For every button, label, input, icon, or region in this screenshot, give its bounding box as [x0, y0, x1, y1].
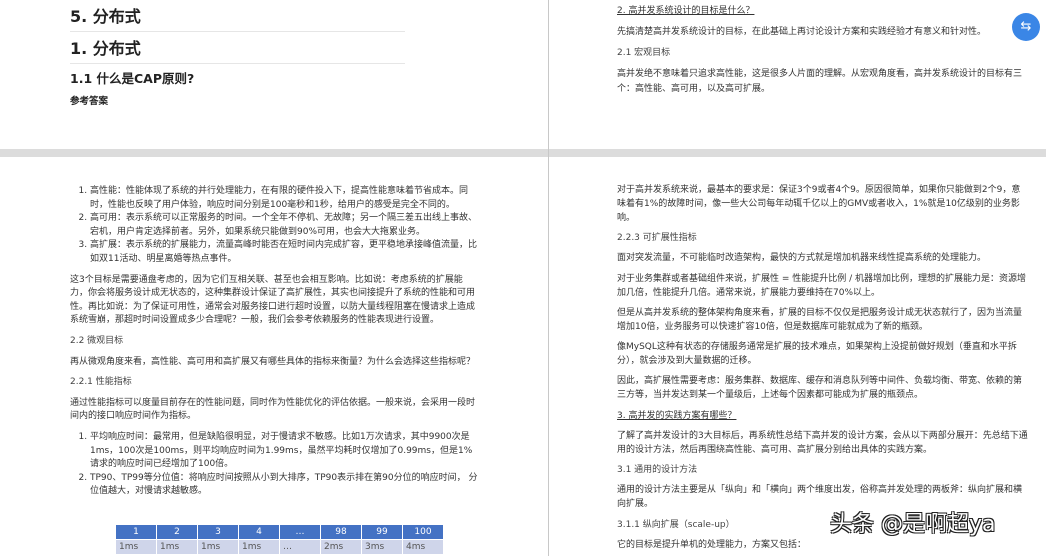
- heading-cap: 1.1 什么是CAP原则?: [70, 71, 195, 86]
- paragraph: 因此，高扩展性需要考虑：服务集群、数据库、缓存和消息队列等中间件、负载均衡、带宽…: [617, 376, 1023, 401]
- paragraph: 这3个目标是需要通盘考虑的，因为它们互相关联、甚至也会相互影响。比如说：考虑系统…: [70, 274, 476, 326]
- paragraph: 再从微观角度来看，高性能、高可用和高扩展又有哪些具体的指标来衡量？为什么会选择这…: [70, 356, 476, 367]
- heading-practice: 3. 高并发的实践方案有哪些？: [617, 410, 737, 421]
- heading-goals: 2. 高并发系统设计的目标是什么？: [617, 6, 755, 16]
- list-item: 高可用：表示系统可以正常服务的时间。一个全年不停机、无故障；另一个隔三差五出线上…: [90, 212, 480, 239]
- heading-distributed-5: 5. 分布式: [70, 3, 405, 32]
- page-4: 对于高并发系统来说，最基本的要求是：保证3个9或者4个9。原因很简单，如果你只能…: [549, 157, 1046, 556]
- table-row: 1ms 1ms 1ms 1ms … 2ms 3ms 4ms: [115, 539, 444, 555]
- table-header: 2: [156, 524, 198, 540]
- paragraph: 像MySQL这种有状态的存储服务通常是扩展的技术难点，如果架构上没提前做好规划（…: [617, 342, 1017, 366]
- page-2: 2. 高并发系统设计的目标是什么？ 先搞清楚高并发系统设计的目标，在此基础上再讨…: [549, 0, 1046, 149]
- paragraph: 了解了高并发设计的3大目标后，再系统性总结下高并发的设计方案，会从以下两部分展开…: [617, 430, 1028, 455]
- paragraph: 通过性能指标可以度量目前存在的性能问题，同时作为性能优化的评估依据。一般来说，会…: [70, 397, 476, 422]
- translate-icon[interactable]: ⇆: [1012, 13, 1040, 41]
- table-cell: 1ms: [238, 539, 280, 555]
- list-item: 高扩展：表示系统的扩展能力，流量高峰时能否在短时间内完成扩容，更平稳地承接峰值流…: [90, 239, 480, 266]
- table-header: 3: [197, 524, 239, 540]
- paragraph: 对于高并发系统来说，最基本的要求是：保证3个9或者4个9。原因很简单，如果你只能…: [617, 185, 1021, 223]
- table-header: 100: [402, 524, 444, 540]
- subheading-performance: 2.2.1 性能指标: [70, 377, 132, 388]
- goals-list: 高性能：性能体现了系统的并行处理能力，在有限的硬件投入下，提高性能意味着节省成本…: [70, 185, 480, 267]
- paragraph: 面对突发流量，不可能临时改造架构，最快的方式就是增加机器来线性提高系统的处理能力…: [617, 253, 987, 264]
- table-cell: 2ms: [320, 539, 362, 555]
- list-item: TP90、TP99等分位值：将响应时间按照从小到大排序，TP90表示排在第90分…: [90, 472, 480, 499]
- table-cell: 1ms: [197, 539, 239, 555]
- list-item: 高性能：性能体现了系统的并行处理能力，在有限的硬件投入下，提高性能意味着节省成本…: [90, 185, 480, 212]
- response-time-table: 1 2 3 4 … 98 99 100 1ms 1ms 1ms 1ms … 2m…: [115, 524, 444, 555]
- table-cell: 1ms: [156, 539, 198, 555]
- table-header: 4: [238, 524, 280, 540]
- heading-distributed-1: 1. 分布式: [70, 35, 405, 64]
- subheading-general-methods: 3.1 通用的设计方法: [617, 465, 698, 476]
- metrics-list: 平均响应时间：最常用，但是缺陷很明显，对于慢请求不敏感。比如1万次请求，其中99…: [70, 431, 480, 499]
- table-header: 98: [320, 524, 362, 540]
- watermark: 头条 @是啊超ya: [830, 512, 996, 537]
- table-header: 99: [361, 524, 403, 540]
- paragraph: 高并发绝不意味着只追求高性能，这是很多人片面的理解。从宏观角度看，高并发系统设计…: [617, 69, 1023, 94]
- subheading-micro: 2.2 微观目标: [70, 335, 124, 346]
- paragraph: 对于业务集群或者基础组件来说，扩展性 = 性能提升比例 / 机器增加比例，理想的…: [617, 273, 1027, 298]
- paragraph: 先搞清楚高并发系统设计的目标，在此基础上再讨论设计方案和实践经验才有意义和针对性…: [617, 27, 987, 37]
- page-gap-horizontal: [0, 149, 1046, 157]
- list-item: 平均响应时间：最常用，但是缺陷很明显，对于慢请求不敏感。比如1万次请求，其中99…: [90, 431, 480, 472]
- table-header: 1: [115, 524, 157, 540]
- subheading-macro: 2.1 宏观目标: [617, 48, 671, 58]
- table-cell: 1ms: [115, 539, 157, 555]
- paragraph: 但是从高并发系统的整体架构角度来看，扩展的目标不仅仅是把服务设计成无状态就行了，…: [617, 307, 1023, 332]
- page-3: 高性能：性能体现了系统的并行处理能力，在有限的硬件投入下，提高性能意味着节省成本…: [0, 157, 548, 556]
- subheading-scalability: 2.2.3 可扩展性指标: [617, 232, 697, 243]
- page-1: 5. 分布式 1. 分布式 1.1 什么是CAP原则? 参考答案: [0, 0, 548, 149]
- paragraph: 它的目标是提升单机的处理能力，方案又包括：: [617, 540, 807, 551]
- table-cell: 4ms: [402, 539, 444, 555]
- table-cell: 3ms: [361, 539, 403, 555]
- reference-answer-label: 参考答案: [70, 96, 109, 107]
- table-cell: …: [279, 539, 321, 555]
- table-header-row: 1 2 3 4 … 98 99 100: [115, 524, 444, 540]
- table-header: …: [279, 524, 321, 540]
